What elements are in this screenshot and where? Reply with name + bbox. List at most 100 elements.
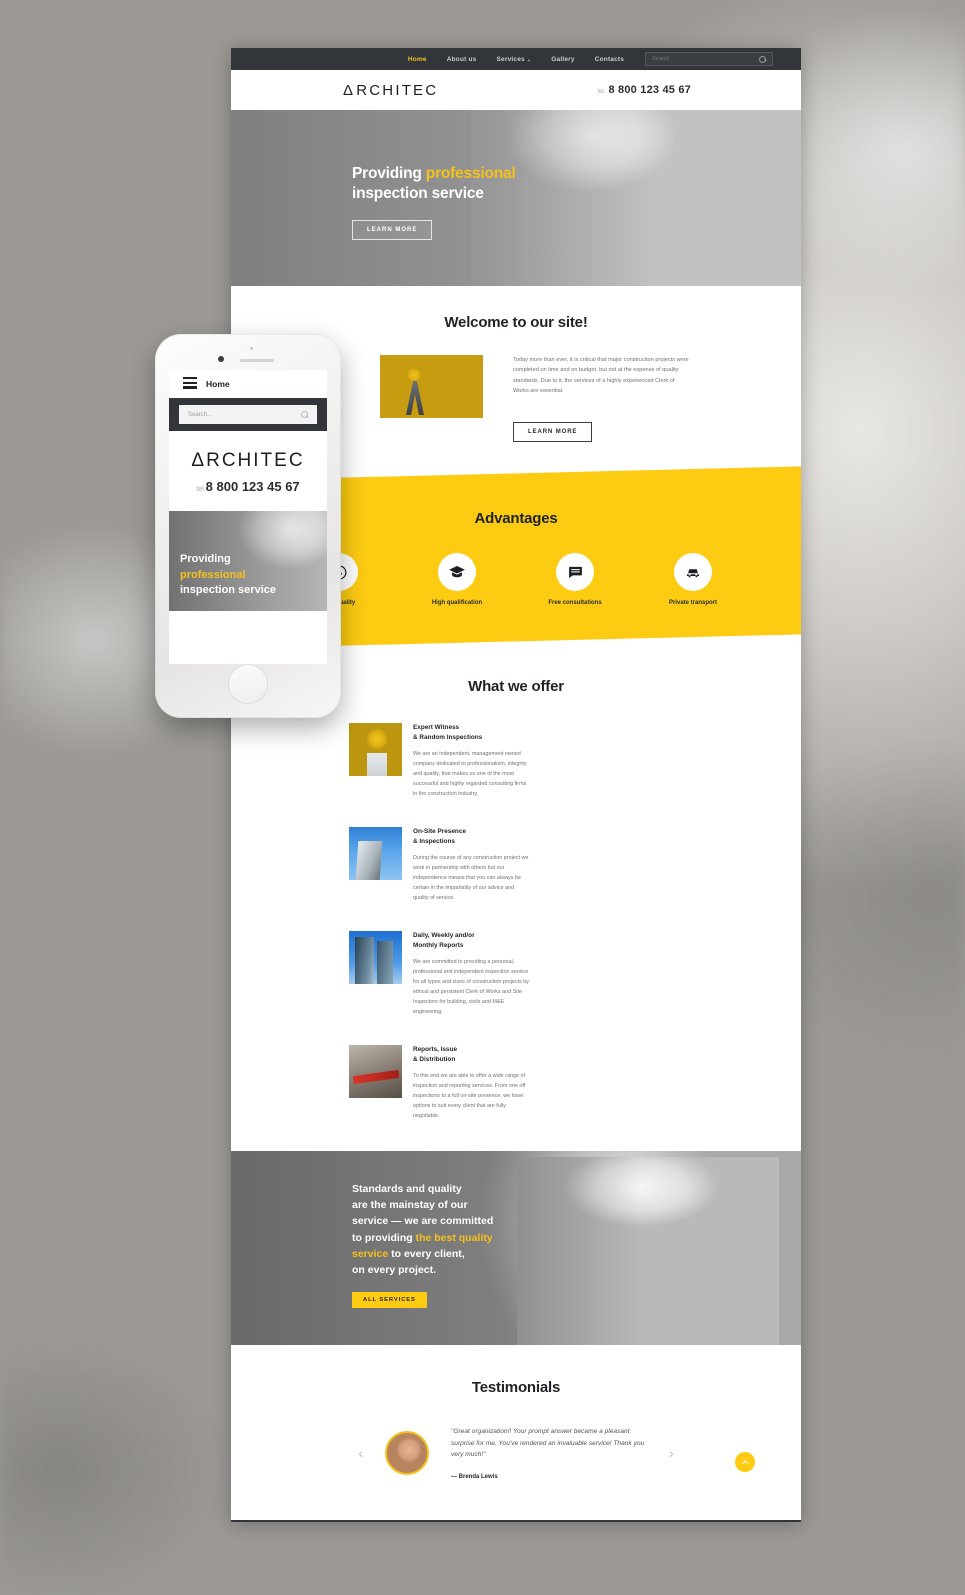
testimonials-section: Testimonials ‹ "Great organization!! You… <box>231 1344 801 1521</box>
header-phone: tel. 8 800 123 45 67 <box>597 84 691 96</box>
mobile-phone[interactable]: tel.8 800 123 45 67 <box>169 479 327 494</box>
hamburger-menu-icon[interactable] <box>183 376 197 391</box>
phone-mockup: Home Search... ΔRCHITEC tel.8 800 123 45… <box>155 334 341 718</box>
offers-grid: Expert Witness & Random Inspections We a… <box>231 695 801 1120</box>
standards-content: Standards and quality are the mainstay o… <box>352 1181 493 1309</box>
mobile-nav-bar: Home <box>169 370 327 398</box>
offer-card[interactable]: On-Site Presence & Inspections During th… <box>349 827 531 903</box>
nav-item-home[interactable]: Home <box>408 56 427 63</box>
advantage-private-transport[interactable]: Private transport <box>657 553 729 606</box>
phone-label: tel. <box>597 89 606 95</box>
chat-icon <box>556 553 594 592</box>
nav-item-services[interactable]: Services ⌄ <box>497 56 532 63</box>
standards-banner: Standards and quality are the mainstay o… <box>231 1150 801 1345</box>
offer-body: To this end we are able to offer a wide … <box>413 1072 526 1119</box>
hero-title: Providing professional inspection servic… <box>352 164 516 204</box>
car-icon <box>674 553 712 592</box>
testimonial-author: — Brenda Lewis <box>451 1474 498 1481</box>
mobile-search-bar: Search... <box>169 398 327 431</box>
mobile-hero-title: Providing professional inspection servic… <box>180 552 276 599</box>
testimonials-title: Testimonials <box>471 1378 561 1396</box>
offer-card[interactable]: Expert Witness & Random Inspections We a… <box>349 723 531 799</box>
search-icon[interactable] <box>759 55 766 63</box>
nav-item-contacts[interactable]: Contacts <box>595 56 624 63</box>
offer-card[interactable]: Daily, Weekly and/or Monthly Reports We … <box>349 931 531 1017</box>
offer-title: Reports, Issue & Distribution <box>413 1045 458 1063</box>
standards-line6: on every project. <box>352 1264 437 1277</box>
chevron-left-icon[interactable]: ‹ <box>358 1445 363 1461</box>
search-icon[interactable] <box>301 411 308 418</box>
mobile-phone-label: tel. <box>196 486 206 493</box>
logo-triangle-icon: Δ <box>343 81 356 99</box>
advantage-label: Private transport <box>668 600 717 607</box>
mobile-search-input[interactable]: Search... <box>179 405 317 424</box>
standards-line2: are the mainstay of our <box>352 1199 468 1212</box>
avatar <box>385 1431 429 1476</box>
offer-thumbnail <box>349 827 402 881</box>
hero-content: Providing professional inspection servic… <box>352 164 516 240</box>
main-nav: Home About us Services ⌄ Gallery Contacts <box>408 56 624 63</box>
advantage-label: High qualification <box>431 600 483 607</box>
search-input[interactable] <box>652 56 759 62</box>
mobile-search-placeholder: Search... <box>188 411 213 418</box>
footer-contacts: 4578 Marmora Road, Glasgow D04 89GR 8 80… <box>231 1520 801 1522</box>
search-box[interactable] <box>645 52 773 66</box>
hero-title-highlight: professional <box>425 165 516 182</box>
chevron-right-icon[interactable]: › <box>669 1445 674 1461</box>
website-preview: Home About us Services ⌄ Gallery Contacts… <box>231 48 801 1522</box>
advantage-high-qualification[interactable]: High qualification <box>421 553 493 606</box>
welcome-paragraph: Today more than ever, it is critical tha… <box>513 357 689 395</box>
chevron-up-icon <box>741 1460 749 1464</box>
welcome-image <box>380 355 483 418</box>
chevron-down-icon: ⌄ <box>526 56 532 63</box>
logo-bar: Δ RCHITEC tel. 8 800 123 45 67 <box>231 70 801 110</box>
mobile-logo[interactable]: ΔRCHITEC <box>169 450 327 472</box>
nav-item-services-label: Services <box>496 55 525 63</box>
testimonial-quote: "Great organization!! Your prompt answer… <box>451 1427 645 1459</box>
sensor-dot-icon <box>250 347 253 350</box>
offers-section: What we offer Expert Witness & Random In… <box>231 648 801 1151</box>
offer-thumbnail <box>349 1044 402 1098</box>
standards-text: Standards and quality are the mainstay o… <box>352 1181 493 1279</box>
mobile-hero-line3: inspection service <box>180 584 276 597</box>
standards-line4: to providing <box>352 1231 416 1244</box>
advantage-free-consultations[interactable]: Free consultations <box>539 553 611 606</box>
top-navigation-bar: Home About us Services ⌄ Gallery Contacts <box>231 48 801 70</box>
mobile-logo-block: ΔRCHITEC tel.8 800 123 45 67 <box>169 431 327 494</box>
testimonial-content: "Great organization!! Your prompt answer… <box>451 1426 647 1481</box>
front-camera-icon <box>218 356 224 362</box>
advantage-label: Free consultations <box>548 600 602 607</box>
standards-line5: to every client, <box>388 1247 465 1260</box>
hero-learn-more-button[interactable]: LEARN MORE <box>352 219 433 240</box>
hero-title-line1: Providing <box>352 165 426 182</box>
offer-card[interactable]: Reports, Issue & Distribution To this en… <box>349 1044 531 1121</box>
testimonial-carousel: ‹ "Great organization!! Your prompt answ… <box>231 1426 801 1481</box>
welcome-title: Welcome to our site! <box>444 314 588 331</box>
offer-body: During the course of any construction pr… <box>413 855 529 902</box>
site-logo[interactable]: Δ RCHITEC <box>343 82 438 99</box>
home-button[interactable] <box>228 664 268 704</box>
offer-body: We are an independent, management owned … <box>413 751 527 798</box>
standards-line4-highlight: the best quality <box>415 1231 493 1244</box>
offer-thumbnail <box>349 931 402 985</box>
phone-number[interactable]: 8 800 123 45 67 <box>608 84 691 96</box>
phone-screen: Home Search... ΔRCHITEC tel.8 800 123 45… <box>169 370 327 664</box>
welcome-learn-more-button[interactable]: LEARN MORE <box>513 422 593 443</box>
all-services-button[interactable]: ALL SERVICES <box>352 1292 427 1309</box>
nav-item-about[interactable]: About us <box>447 56 477 63</box>
hero-banner: Providing professional inspection servic… <box>231 110 801 286</box>
mobile-menu-label[interactable]: Home <box>206 379 230 389</box>
welcome-text: Today more than ever, it is critical tha… <box>513 355 689 443</box>
hero-title-line2: inspection service <box>352 184 484 202</box>
nav-item-gallery[interactable]: Gallery <box>551 56 574 63</box>
mobile-hero: Providing professional inspection servic… <box>169 511 327 611</box>
offer-body: We are committed to providing a personal… <box>413 958 529 1015</box>
standards-line5-highlight: service <box>352 1247 389 1260</box>
offer-title: Daily, Weekly and/or Monthly Reports <box>413 932 475 949</box>
offer-thumbnail <box>349 723 402 777</box>
mobile-hero-line2: professional <box>180 568 246 581</box>
logo-text: RCHITEC <box>356 81 439 99</box>
speaker-grille <box>240 359 274 362</box>
standards-line1: Standards and quality <box>352 1182 462 1195</box>
graduation-cap-icon <box>438 553 476 592</box>
